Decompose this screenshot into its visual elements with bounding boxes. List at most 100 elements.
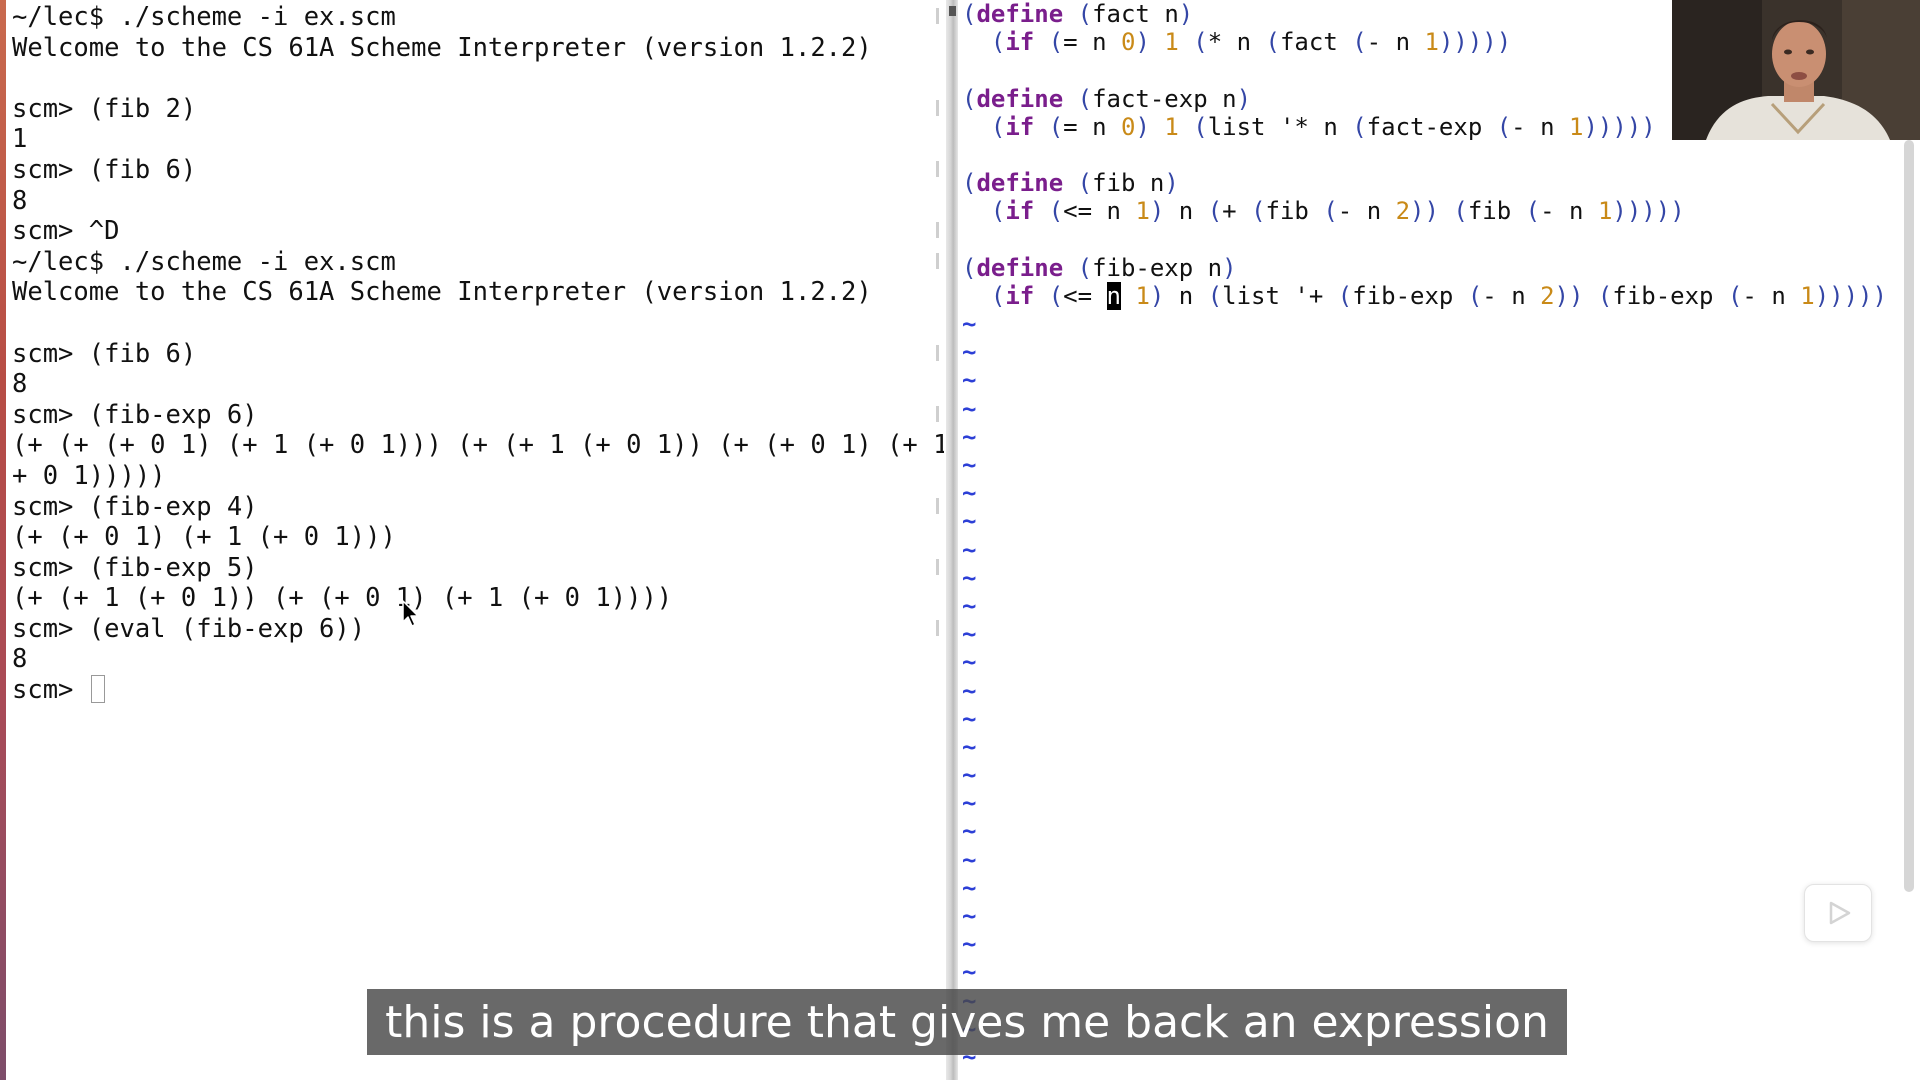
empty-line-marker: ~ — [962, 479, 1887, 507]
code-paren: ) — [1655, 197, 1671, 226]
empty-line-marker: ~ — [962, 310, 1887, 338]
code-paren: ( — [990, 281, 1006, 310]
code-paren: ( — [1048, 281, 1064, 310]
terminal-command-line: scm> (fib-exp 5) — [12, 552, 258, 583]
terminal-scroll-mark — [936, 405, 939, 422]
terminal-output-line: (+ (+ (+ 0 1) (+ 1 (+ 0 1))) (+ (+ 1 (+ … — [12, 430, 944, 461]
code-paren: ) — [1829, 281, 1844, 310]
code-keyword: if — [1005, 28, 1035, 57]
code-paren: ( — [1496, 112, 1512, 141]
terminal-command-line: scm> (fib-exp 6) — [12, 399, 258, 430]
code-paren: ( — [1207, 281, 1223, 310]
mouse-pointer-icon — [402, 600, 419, 627]
tilde-marker: ~ — [962, 676, 977, 705]
code-number: 1 — [1800, 281, 1815, 310]
code-number: 1 — [1568, 112, 1584, 141]
presenter-webcam — [1672, 0, 1920, 140]
code-line[interactable] — [962, 141, 1887, 169]
terminal-command-line: scm> (fib 6) — [12, 338, 197, 369]
empty-line-marker: ~ — [962, 564, 1887, 592]
tilde-marker: ~ — [962, 958, 977, 987]
terminal-scroll-mark — [936, 252, 939, 269]
tilde-marker: ~ — [962, 873, 977, 902]
code-paren: ( — [1251, 197, 1266, 226]
code-paren: ( — [1265, 28, 1280, 57]
pane-divider-handle[interactable] — [949, 6, 956, 16]
terminal-output-line: ~/lec$ ./scheme -i ex.scm — [12, 2, 396, 32]
code-paren: ( — [1193, 112, 1208, 141]
empty-line-marker: ~ — [962, 536, 1887, 564]
code-paren: ( — [990, 28, 1006, 57]
terminal-output-line: (+ (+ 1 (+ 0 1)) (+ (+ 0 1) (+ 1 (+ 0 1)… — [12, 583, 673, 614]
tilde-marker: ~ — [962, 507, 977, 536]
play-button[interactable] — [1804, 884, 1872, 942]
code-paren: ) — [1149, 281, 1165, 310]
code-keyword: define — [976, 169, 1064, 198]
code-paren: ) — [1236, 84, 1252, 113]
pane-divider[interactable] — [946, 0, 958, 1080]
code-paren: ( — [1077, 169, 1093, 198]
terminal-window[interactable]: ~/lec$ ./scheme -i ex.scm Welcome to the … — [0, 0, 944, 1080]
vim-editor[interactable]: (define (fact n) (if (= n 0) 1 (* n (fac… — [958, 0, 1920, 1080]
presenter-webcam-image — [1672, 0, 1920, 140]
code-paren: ) — [1424, 197, 1439, 226]
code-line[interactable]: (if (<= n 1) n (list '+ (fib-exp (- n 2)… — [962, 281, 1887, 310]
terminal-scroll-mark — [936, 99, 939, 116]
tilde-marker: ~ — [962, 338, 977, 367]
code-paren: ( — [962, 169, 977, 198]
terminal-command-line: scm> (fib 2) — [12, 93, 197, 124]
terminal-prompt-line[interactable]: scm> — [12, 675, 944, 706]
terminal-scroll-mark — [936, 558, 939, 575]
code-number: 1 — [1135, 281, 1150, 310]
tilde-marker: ~ — [962, 761, 977, 790]
code-line[interactable] — [962, 226, 1887, 254]
code-paren: ( — [962, 0, 977, 28]
code-paren: ) — [1438, 28, 1454, 57]
code-paren: ) — [1641, 112, 1656, 141]
terminal-output-line: 8 — [12, 185, 28, 216]
code-paren: ( — [1352, 112, 1367, 141]
code-paren: ) — [1612, 197, 1627, 226]
code-paren: ( — [1352, 28, 1367, 57]
code-line[interactable]: (define (fib n) — [962, 169, 1887, 197]
code-paren: ( — [1467, 281, 1483, 310]
terminal-scroll-mark — [936, 497, 939, 514]
code-line[interactable]: (define (fib-exp n) — [962, 254, 1887, 282]
code-number: 1 — [1597, 197, 1613, 226]
editor-buffer[interactable]: (define (fact n) (if (= n 0) 1 (* n (fac… — [962, 0, 1887, 1071]
code-number: 0 — [1120, 112, 1136, 141]
terminal-command-line: scm> (fib 6) — [12, 154, 197, 185]
terminal-scroll-mark — [936, 620, 939, 636]
empty-line-marker: ~ — [962, 902, 1887, 930]
code-keyword: define — [976, 253, 1064, 282]
empty-line-marker: ~ — [962, 366, 1887, 394]
code-paren: ) — [1626, 197, 1642, 226]
tilde-marker: ~ — [962, 591, 977, 620]
terminal-command-line: scm> ^D — [12, 216, 120, 247]
empty-line-marker: ~ — [962, 677, 1887, 705]
code-number: 1 — [1424, 28, 1439, 57]
code-number: 0 — [1120, 28, 1136, 57]
code-line[interactable]: (if (<= n 1) n (+ (fib (- n 2)) (fib (- … — [962, 197, 1887, 225]
code-keyword: if — [1005, 197, 1035, 226]
tilde-marker: ~ — [962, 563, 977, 592]
code-paren: ( — [990, 112, 1006, 141]
subtitle-text: this is a procedure that gives me back a… — [385, 996, 1549, 1048]
empty-line-marker: ~ — [962, 789, 1887, 817]
code-paren: ( — [1077, 253, 1093, 282]
tilde-marker: ~ — [962, 310, 977, 339]
terminal-output-line: Welcome to the CS 61A Scheme Interpreter… — [12, 277, 872, 308]
code-keyword: define — [976, 0, 1064, 28]
code-keyword: define — [976, 84, 1064, 113]
code-paren: ( — [962, 84, 977, 113]
code-paren: ) — [1453, 28, 1468, 57]
tilde-marker: ~ — [962, 620, 977, 649]
terminal-cursor — [90, 675, 105, 704]
empty-line-marker: ~ — [962, 874, 1887, 902]
tilde-marker: ~ — [962, 789, 977, 818]
terminal-output[interactable]: ~/lec$ ./scheme -i ex.scm Welcome to the … — [12, 2, 944, 706]
editor-scrollbar[interactable] — [1904, 140, 1914, 892]
empty-line-marker: ~ — [962, 451, 1887, 479]
code-paren: ) — [1164, 169, 1179, 198]
